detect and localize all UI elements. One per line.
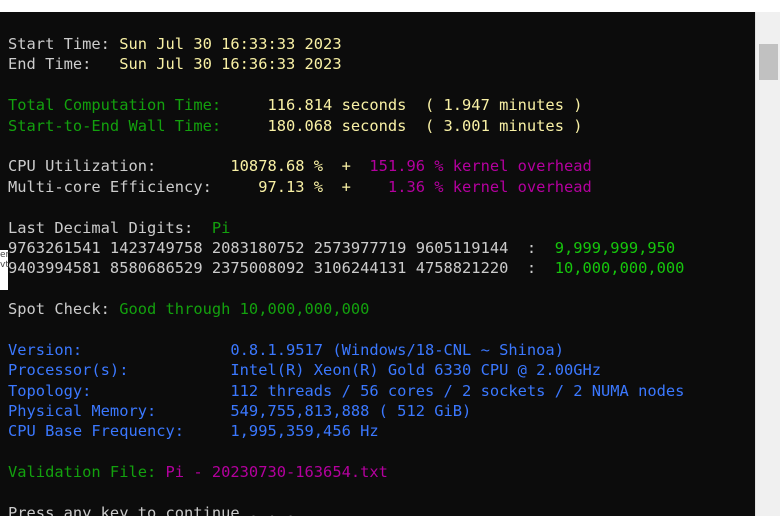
console-text: Version: [8, 340, 231, 359]
console-line: 9763261541 1423749758 2083180752 2573977… [8, 238, 684, 258]
console-text: Multi-core Efficiency: [8, 177, 259, 196]
console-text: Topology: [8, 381, 231, 400]
console-line: Start Time: Sun Jul 30 16:33:33 2023 [8, 34, 684, 54]
console-line: CPU Utilization: 10878.68 % + 151.96 % k… [8, 156, 684, 176]
console-line: Processor(s): Intel(R) Xeon(R) Gold 6330… [8, 360, 684, 380]
console-text: Pi - 20230730-163654.txt [165, 463, 388, 482]
console-text: 116.814 seconds ( 1.947 minutes ) [267, 96, 583, 115]
console-text: Last Decimal Digits: [8, 218, 212, 237]
scrollbar-thumb[interactable] [759, 44, 778, 80]
console-line: 9403994581 8580686529 2375008092 3106244… [8, 258, 684, 278]
console-text: Sun Jul 30 16:33:33 2023 [119, 35, 342, 53]
console-line: Version: 0.8.1.9517 (Windows/18-CNL ~ Sh… [8, 340, 684, 360]
console-text: 112 threads / 56 cores / 2 sockets / 2 N… [230, 381, 685, 400]
console-line: Last Decimal Digits: Pi [8, 218, 684, 238]
console-text: 10878.68 % + [230, 157, 370, 176]
console-text: Validation File: [8, 463, 166, 482]
console-text: 9763261541 1423749758 2083180752 2573977… [8, 238, 555, 257]
console-text: Sun Jul 30 16:36:33 2023 [119, 55, 342, 74]
console-text: 9,999,999,950 [554, 238, 676, 257]
console-text: Spot Check: [8, 300, 120, 319]
console-text: Total Computation Time: [8, 96, 268, 115]
console-text: 10,000,000,000 [554, 259, 685, 278]
console-text: Physical Memory: [8, 402, 231, 421]
console-line: Start-to-End Wall Time: 180.068 seconds … [8, 116, 684, 136]
console-text: 9403994581 8580686529 2375008092 3106244… [8, 259, 555, 278]
console-line: Multi-core Efficiency: 97.13 % + 1.36 % … [8, 177, 684, 197]
console-text: 97.13 % + [258, 177, 388, 196]
partial-background-text: er vt [0, 250, 9, 290]
console-line: Topology: 112 threads / 56 cores / 2 soc… [8, 381, 684, 401]
vertical-scrollbar[interactable] [755, 12, 780, 516]
console-line: Press any key to continue . . . [8, 503, 684, 516]
console-line: Validation File: Pi - 20230730-163654.tx… [8, 462, 684, 482]
console-text: 549,755,813,888 ( 512 GiB) [230, 402, 472, 421]
console-text: 0.8.1.9517 (Windows/18-CNL ~ Shinoa) [230, 340, 564, 359]
console-text: 151.96 % kernel overhead [369, 157, 592, 176]
console-text: End Time: [8, 55, 120, 74]
console-window[interactable]: Start Time: Sun Jul 30 16:33:33 2023 End … [0, 12, 755, 516]
console-line: CPU Base Frequency: 1,995,359,456 Hz [8, 421, 684, 441]
console-line: Total Computation Time: 116.814 seconds … [8, 95, 684, 115]
console-text: 1,995,359,456 Hz [230, 422, 379, 441]
console-text: Pi [211, 218, 231, 237]
console-text: Start Time: [8, 35, 120, 53]
console-text: 1.36 % kernel overhead [387, 177, 592, 196]
console-text: Processor(s): [8, 361, 231, 380]
console-text: Good through 10,000,000,000 [119, 300, 370, 319]
console-line: Spot Check: Good through 10,000,000,000 [8, 299, 684, 319]
console-text: 180.068 seconds ( 3.001 minutes ) [267, 116, 583, 135]
console-output: Start Time: Sun Jul 30 16:33:33 2023 End … [8, 34, 684, 516]
console-text: CPU Utilization: [8, 157, 231, 176]
console-line: End Time: Sun Jul 30 16:36:33 2023 [8, 54, 684, 74]
console-text: Intel(R) Xeon(R) Gold 6330 CPU @ 2.00GHz [230, 361, 602, 380]
console-text: Press any key to continue . . . [8, 503, 296, 516]
console-text: Start-to-End Wall Time: [8, 116, 268, 135]
console-text: CPU Base Frequency: [8, 422, 231, 441]
console-line: Physical Memory: 549,755,813,888 ( 512 G… [8, 401, 684, 421]
